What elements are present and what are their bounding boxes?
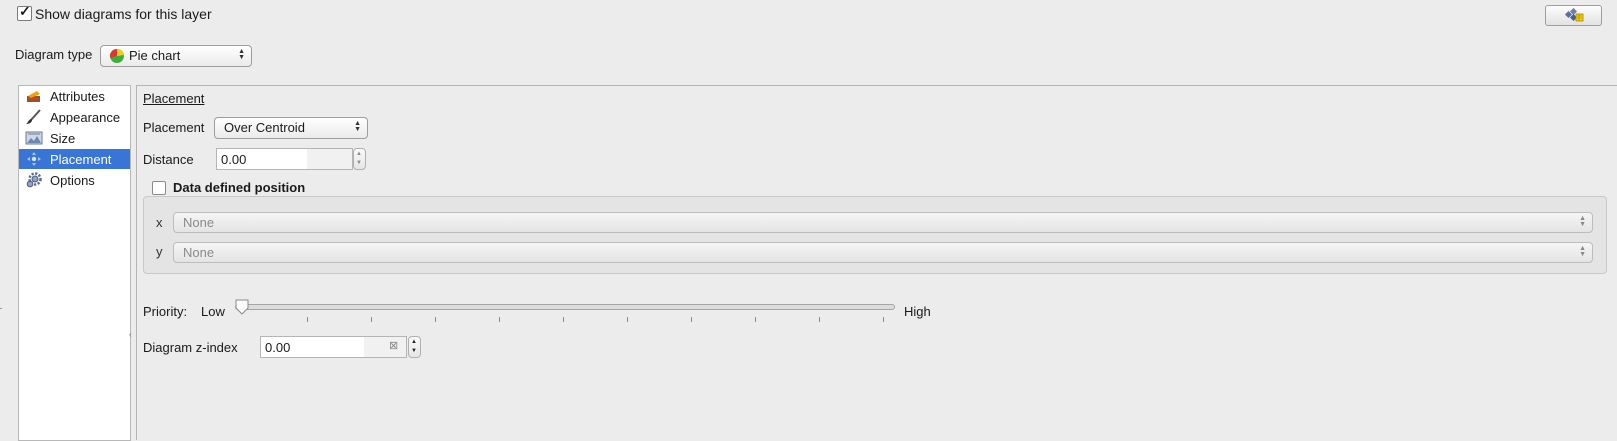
- sidebar-item-label: Placement: [50, 152, 112, 167]
- updown-arrows-icon: ▲ ▼: [354, 120, 361, 133]
- z-index-spinner[interactable]: ▲ ▼: [408, 336, 421, 358]
- placement-value: Over Centroid: [224, 120, 305, 135]
- slider-tick: [307, 317, 308, 322]
- sidebar-item-label: Options: [50, 173, 95, 188]
- y-field-value: None: [183, 245, 215, 260]
- edge-divider: [0, 308, 2, 309]
- pie-chart-icon: [109, 48, 124, 63]
- slider-tick: [691, 317, 692, 322]
- slider-tick: [819, 317, 820, 322]
- x-label: x: [156, 215, 163, 230]
- attributes-icon: [27, 91, 40, 102]
- slider-tick: [435, 317, 436, 322]
- updown-arrows-icon: ▲ ▼: [1579, 215, 1586, 228]
- y-label: y: [156, 244, 163, 259]
- sidebar-item-label: Attributes: [50, 89, 105, 104]
- sidebar-item-label: Appearance: [50, 110, 121, 125]
- slider-tick: [883, 317, 884, 322]
- sidebar-item-appearance[interactable]: Appearance: [19, 107, 130, 127]
- priority-slider-handle[interactable]: [234, 299, 250, 315]
- x-field-value: None: [183, 215, 215, 230]
- distance-label: Distance: [143, 152, 194, 167]
- section-title: Placement: [143, 91, 205, 106]
- sidebar-item-size[interactable]: Size: [19, 128, 130, 148]
- distance-spinner[interactable]: ▲ ▼: [353, 148, 366, 170]
- slider-tick: [371, 317, 372, 322]
- input-disabled-area: [364, 337, 406, 357]
- input-disabled-area: [307, 149, 352, 169]
- spin-down-icon: ▼: [411, 348, 417, 354]
- z-index-label: Diagram z-index: [143, 340, 238, 355]
- checkmark-icon: ✓: [19, 3, 31, 19]
- updown-arrows-icon: ▲ ▼: [238, 48, 245, 61]
- slider-tick: [755, 317, 756, 322]
- z-index-input[interactable]: 0.00 ⊠: [260, 336, 407, 358]
- data-defined-position-label: Data defined position: [173, 180, 306, 195]
- priority-slider[interactable]: [235, 304, 895, 310]
- slider-tick: [499, 317, 500, 322]
- show-diagrams-checkbox[interactable]: ✓: [17, 3, 32, 21]
- placement-icon: [27, 152, 41, 166]
- distance-value: 0.00: [221, 152, 247, 167]
- x-field-select[interactable]: None ▲ ▼: [173, 212, 1593, 233]
- placement-label: Placement: [143, 120, 205, 135]
- clear-icon[interactable]: ⊠: [389, 339, 398, 352]
- distance-input[interactable]: 0.00: [216, 148, 353, 170]
- z-index-value: 0.00: [265, 340, 291, 355]
- brush-icon: [26, 109, 41, 124]
- diagram-type-label: Diagram type: [15, 47, 93, 62]
- diagram-type-value: Pie chart: [129, 48, 181, 63]
- priority-label: Priority:: [143, 304, 188, 319]
- splitter-handle-icon[interactable]: ‹: [129, 330, 132, 339]
- spin-up-icon: ▲: [411, 339, 417, 345]
- size-icon: [25, 131, 43, 145]
- spin-down-icon: ▼: [356, 160, 362, 166]
- sidebar-item-placement[interactable]: Placement: [19, 149, 130, 169]
- diagram-type-select[interactable]: Pie chart ▲ ▼: [100, 45, 252, 67]
- settings-category-list: Attributes Appearance Size Placement Opt…: [18, 85, 131, 441]
- sidebar-item-attributes[interactable]: Attributes: [19, 86, 130, 106]
- y-field-select[interactable]: None ▲ ▼: [173, 242, 1593, 263]
- priority-high-label: High: [904, 304, 931, 319]
- sidebar-item-options[interactable]: Options: [19, 170, 130, 190]
- legend-button[interactable]: [1545, 5, 1602, 26]
- placement-select[interactable]: Over Centroid ▲ ▼: [214, 117, 368, 139]
- sidebar-item-label: Size: [50, 131, 76, 146]
- spin-up-icon: ▲: [356, 151, 362, 157]
- slider-tick: [563, 317, 564, 322]
- legend-diagram-icon: [1564, 8, 1584, 22]
- gear-icon: [26, 172, 42, 188]
- updown-arrows-icon: ▲ ▼: [1579, 245, 1586, 258]
- show-diagrams-label: Show diagrams for this layer: [35, 6, 212, 22]
- data-defined-position-checkbox[interactable]: [152, 181, 166, 195]
- slider-tick: [627, 317, 628, 322]
- priority-low-label: Low: [201, 304, 225, 319]
